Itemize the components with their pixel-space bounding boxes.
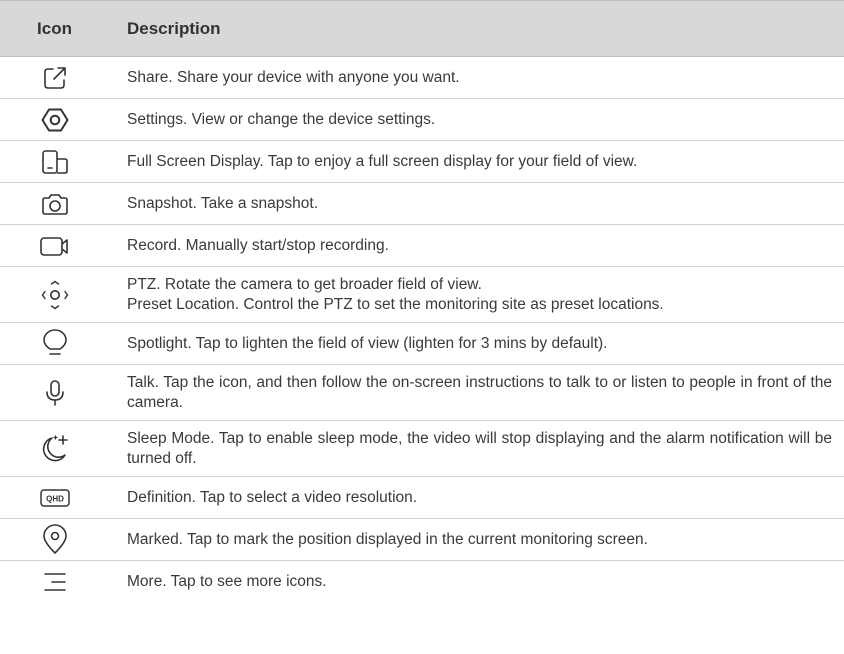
- row-description: Snapshot. Take a snapshot.: [127, 194, 319, 212]
- location-pin-icon: [42, 523, 67, 554]
- row-description: PTZ. Rotate the camera to get broader fi…: [127, 275, 664, 313]
- row-description: Share. Share your device with anyone you…: [127, 68, 460, 86]
- table-row: Record. Manually start/stop recording.: [0, 225, 844, 267]
- full-screen-icon: [41, 149, 68, 174]
- record-icon: [39, 236, 68, 256]
- share-icon: [43, 66, 66, 89]
- table-row: PTZ. Rotate the camera to get broader fi…: [0, 267, 844, 323]
- table-header-row: Icon Description: [0, 0, 844, 57]
- definition-icon: QHD: [39, 488, 70, 507]
- sleep-mode-icon: [42, 434, 68, 461]
- table-row: More. Tap to see more icons.: [0, 561, 844, 603]
- table-row: Sleep Mode. Tap to enable sleep mode, th…: [0, 421, 844, 477]
- row-description: Record. Manually start/stop recording.: [127, 236, 389, 254]
- more-icon: [43, 573, 66, 591]
- table-row: QHD Definition. Tap to select a video re…: [0, 477, 844, 519]
- ptz-icon: [41, 280, 68, 309]
- microphone-icon: [45, 379, 64, 406]
- table-row: Share. Share your device with anyone you…: [0, 57, 844, 99]
- table-row: Spotlight. Tap to lighten the field of v…: [0, 323, 844, 365]
- row-description: Sleep Mode. Tap to enable sleep mode, th…: [127, 429, 832, 467]
- header-icon: Icon: [37, 18, 72, 38]
- spotlight-icon: [42, 328, 67, 355]
- row-description: Spotlight. Tap to lighten the field of v…: [127, 334, 608, 352]
- row-description: Full Screen Display. Tap to enjoy a full…: [127, 152, 638, 170]
- table-row: Marked. Tap to mark the position display…: [0, 519, 844, 561]
- table-row: Settings. View or change the device sett…: [0, 99, 844, 141]
- settings-icon: [41, 108, 68, 131]
- row-description: Definition. Tap to select a video resolu…: [127, 488, 418, 506]
- table-row: Talk. Tap the icon, and then follow the …: [0, 365, 844, 421]
- icon-description-table: Icon Description Share. Share your devic…: [0, 0, 844, 603]
- table-row: Snapshot. Take a snapshot.: [0, 183, 844, 225]
- header-description: Description: [127, 18, 221, 38]
- row-description: Marked. Tap to mark the position display…: [127, 530, 648, 548]
- svg-text:QHD: QHD: [46, 494, 64, 503]
- row-description: Settings. View or change the device sett…: [127, 110, 436, 128]
- row-description: Talk. Tap the icon, and then follow the …: [127, 373, 832, 411]
- table-row: Full Screen Display. Tap to enjoy a full…: [0, 141, 844, 183]
- row-description: More. Tap to see more icons.: [127, 572, 327, 590]
- snapshot-icon: [41, 193, 68, 215]
